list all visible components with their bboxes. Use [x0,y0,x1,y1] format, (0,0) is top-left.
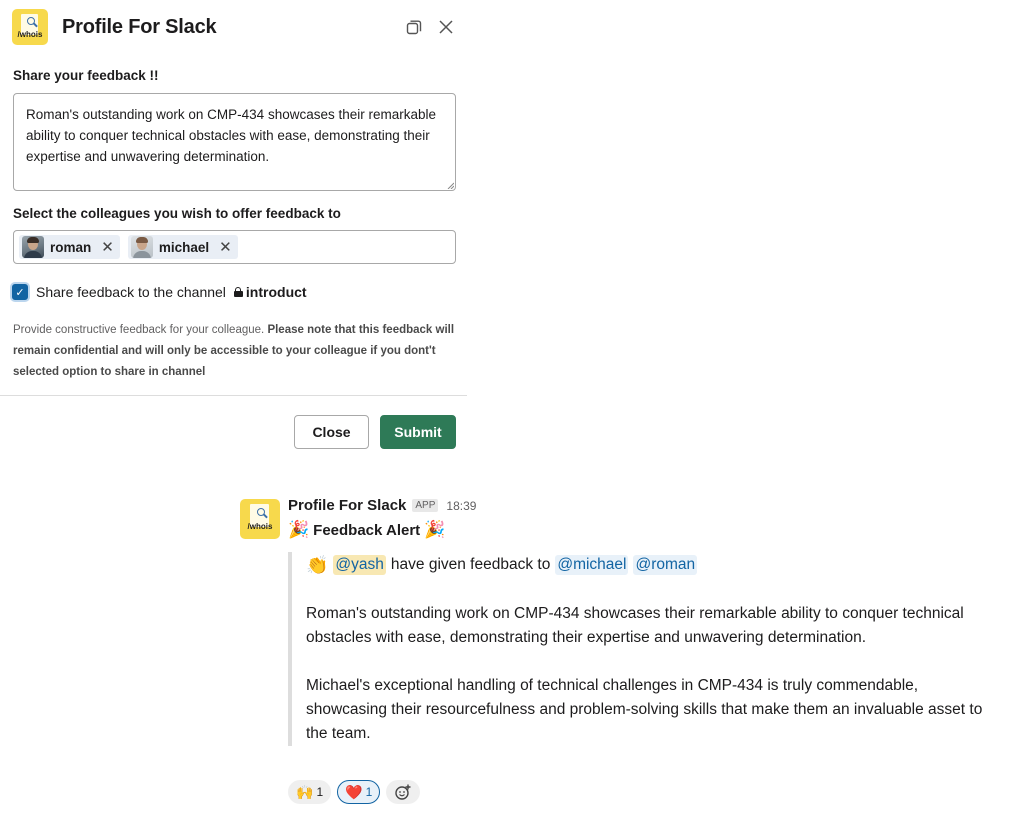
colleague-chip-michael: michael ✕ [127,235,238,259]
share-channel-checkbox[interactable]: ✓ [12,284,28,300]
chip-label: michael [158,239,210,255]
app-logo: /whois [12,9,48,45]
alert-title: Feedback Alert [313,521,421,539]
sender-name[interactable]: Profile For Slack [288,497,406,514]
raised-hands-icon: 🙌 [296,783,314,800]
modal-header: /whois Profile For Slack [12,9,459,45]
colleague-chip-roman: roman ✕ [19,235,120,259]
given-text: have given feedback to [390,556,551,573]
modal-title: Profile For Slack [62,15,217,38]
close-button[interactable]: Close [294,415,369,449]
message-header: Profile For Slack APP 18:39 [288,497,476,514]
remove-chip-icon[interactable]: ✕ [101,240,114,255]
clapping-hands-icon: 👏 [306,554,329,575]
lock-icon [233,287,243,297]
channel-name: introduct [233,284,307,300]
mention-to[interactable]: @michael [555,555,629,575]
party-popper-icon: 🎉 [288,520,310,539]
mention-to[interactable]: @roman [633,555,698,575]
reaction-raised-hands[interactable]: 🙌 1 [288,780,332,804]
logo-text: /whois [247,522,273,531]
reaction-count: 1 [316,785,324,799]
channel-label: introduct [245,284,307,300]
logo-text: /whois [17,30,43,39]
feedback-modal: /whois Profile For Slack Share your feed… [0,0,467,460]
share-channel-label: Share feedback to the channel [36,284,226,300]
help-text: Provide constructive feedback for your c… [13,320,463,383]
avatar [22,236,44,258]
resize-grip-icon[interactable] [447,182,454,189]
help-text-normal: Provide constructive feedback for your c… [13,324,265,336]
mention-from[interactable]: @yash [333,555,386,575]
reactions-bar: 🙌 1 ❤️ 1 [288,780,421,804]
add-reaction-button[interactable] [386,780,421,804]
share-channel-row: ✓ Share feedback to the channel introduc… [12,284,307,300]
feedback-paragraph: Roman's outstanding work on CMP-434 show… [306,605,964,646]
message-quote: 👏 @yash have given feedback to @michael … [288,552,998,746]
avatar [130,236,153,258]
app-badge: APP [412,499,439,512]
submit-button[interactable]: Submit [380,415,456,449]
footer-divider [0,395,467,396]
heart-icon: ❤️ [345,783,363,800]
feedback-textarea[interactable]: Roman's outstanding work on CMP-434 show… [13,93,456,191]
reaction-heart[interactable]: ❤️ 1 [337,780,381,804]
colleagues-multiselect[interactable]: roman ✕ michael ✕ [13,230,456,264]
remove-chip-icon[interactable]: ✕ [219,240,232,255]
expand-window-icon[interactable] [405,18,423,36]
party-popper-icon: 🎉 [424,520,446,539]
colleagues-label: Select the colleagues you wish to offer … [13,206,341,221]
feedback-label: Share your feedback !! [13,68,159,83]
message-time[interactable]: 18:39 [446,499,476,513]
chip-label: roman [50,239,92,255]
app-avatar[interactable]: /whois [240,499,280,539]
feedback-paragraph: Michael's exceptional handling of techni… [306,677,983,742]
alert-title-row: 🎉 Feedback Alert 🎉 [288,520,445,540]
close-icon[interactable] [437,18,455,36]
add-emoji-icon [395,784,411,800]
reaction-count: 1 [365,785,373,799]
feedback-summary-line: 👏 @yash have given feedback to @michael … [306,552,998,578]
